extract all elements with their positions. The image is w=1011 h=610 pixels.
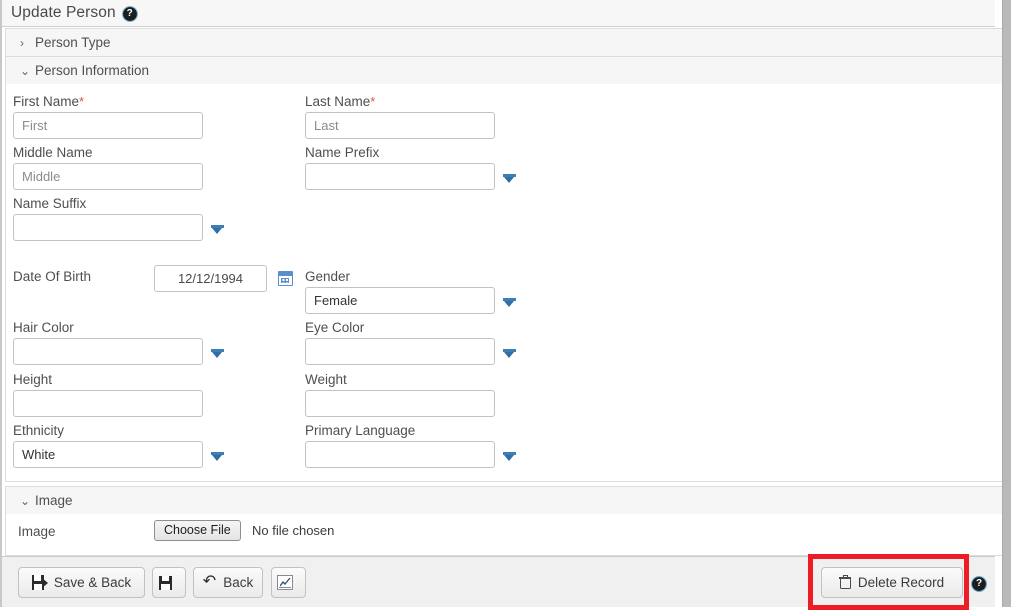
label-middle-name: Middle Name xyxy=(13,145,93,160)
update-person-page: Update Person ? › Person Type ⌄ Person I… xyxy=(0,0,1011,607)
label-weight: Weight xyxy=(305,372,347,387)
gender-dropdown-icon[interactable] xyxy=(503,295,516,308)
eye-color-input[interactable] xyxy=(305,338,495,365)
ethnicity-dropdown-icon[interactable] xyxy=(211,449,224,462)
label-name-prefix: Name Prefix xyxy=(305,145,379,160)
back-label: Back xyxy=(223,575,253,590)
footer-toolbar: Save & Back ↶ Back Delete Record ? xyxy=(2,556,995,607)
label-gender: Gender xyxy=(305,269,350,284)
required-marker-first-name: * xyxy=(79,94,84,109)
ethnicity-input[interactable] xyxy=(13,441,203,468)
section-header-person-information[interactable]: ⌄ Person Information xyxy=(5,56,1005,85)
save-and-back-button[interactable]: Save & Back xyxy=(18,567,145,598)
label-date-of-birth: Date Of Birth xyxy=(13,269,91,284)
back-arrow-icon: ↶ xyxy=(203,574,216,590)
label-first-name: First Name* xyxy=(13,94,84,109)
delete-record-button[interactable]: Delete Record xyxy=(821,567,963,598)
name-suffix-input[interactable] xyxy=(13,214,203,241)
save-button[interactable] xyxy=(152,567,186,598)
gender-input[interactable] xyxy=(305,287,495,314)
image-section-body: Image Choose File No file chosen xyxy=(5,514,1005,556)
section-header-person-type[interactable]: › Person Type xyxy=(5,28,1005,57)
chart-icon xyxy=(277,575,293,590)
first-name-input[interactable] xyxy=(13,112,203,139)
footer-help-icon[interactable]: ? xyxy=(972,577,986,591)
hair-color-dropdown-icon[interactable] xyxy=(211,346,224,359)
help-icon[interactable]: ? xyxy=(123,7,137,21)
section-label-image: Image xyxy=(35,493,73,508)
section-label-person-type: Person Type xyxy=(35,35,111,50)
person-information-body: First Name* Last Name* Middle Name Name … xyxy=(5,84,1005,482)
label-primary-language: Primary Language xyxy=(305,423,415,438)
trash-icon xyxy=(840,576,851,589)
label-last-name: Last Name* xyxy=(305,94,375,109)
chevron-right-icon: › xyxy=(20,37,35,49)
delete-record-label: Delete Record xyxy=(858,575,944,590)
section-label-person-information: Person Information xyxy=(35,63,149,78)
label-name-suffix: Name Suffix xyxy=(13,196,86,211)
height-input[interactable] xyxy=(13,390,203,417)
primary-language-input[interactable] xyxy=(305,441,495,468)
name-suffix-dropdown-icon[interactable] xyxy=(211,222,224,235)
page-title: Update Person xyxy=(11,4,116,22)
name-prefix-input[interactable] xyxy=(305,163,495,190)
last-name-input[interactable] xyxy=(305,112,495,139)
middle-name-input[interactable] xyxy=(13,163,203,190)
save-and-back-label: Save & Back xyxy=(54,575,131,590)
save-back-icon xyxy=(32,575,47,590)
required-marker-last-name: * xyxy=(370,94,375,109)
label-hair-color: Hair Color xyxy=(13,320,74,335)
choose-file-button[interactable]: Choose File xyxy=(154,520,241,541)
label-eye-color: Eye Color xyxy=(305,320,364,335)
weight-input[interactable] xyxy=(305,390,495,417)
no-file-chosen-text: No file chosen xyxy=(252,523,334,538)
section-header-image[interactable]: ⌄ Image xyxy=(5,486,1005,515)
primary-language-dropdown-icon[interactable] xyxy=(503,449,516,462)
back-button[interactable]: ↶ Back xyxy=(193,567,263,598)
date-of-birth-input[interactable] xyxy=(154,265,267,292)
hair-color-input[interactable] xyxy=(13,338,203,365)
page-title-bar: Update Person ? xyxy=(2,0,995,27)
label-ethnicity: Ethnicity xyxy=(13,423,64,438)
page-left-border xyxy=(0,0,2,607)
chart-button[interactable] xyxy=(271,567,306,598)
name-prefix-dropdown-icon[interactable] xyxy=(503,171,516,184)
chevron-down-icon: ⌄ xyxy=(20,65,35,77)
eye-color-dropdown-icon[interactable] xyxy=(503,346,516,359)
floppy-disk-icon xyxy=(159,576,172,590)
vertical-scrollbar[interactable] xyxy=(1002,0,1011,607)
chevron-down-icon-image: ⌄ xyxy=(20,495,35,507)
label-image: Image xyxy=(18,524,56,539)
calendar-icon[interactable] xyxy=(278,271,293,286)
label-height: Height xyxy=(13,372,52,387)
